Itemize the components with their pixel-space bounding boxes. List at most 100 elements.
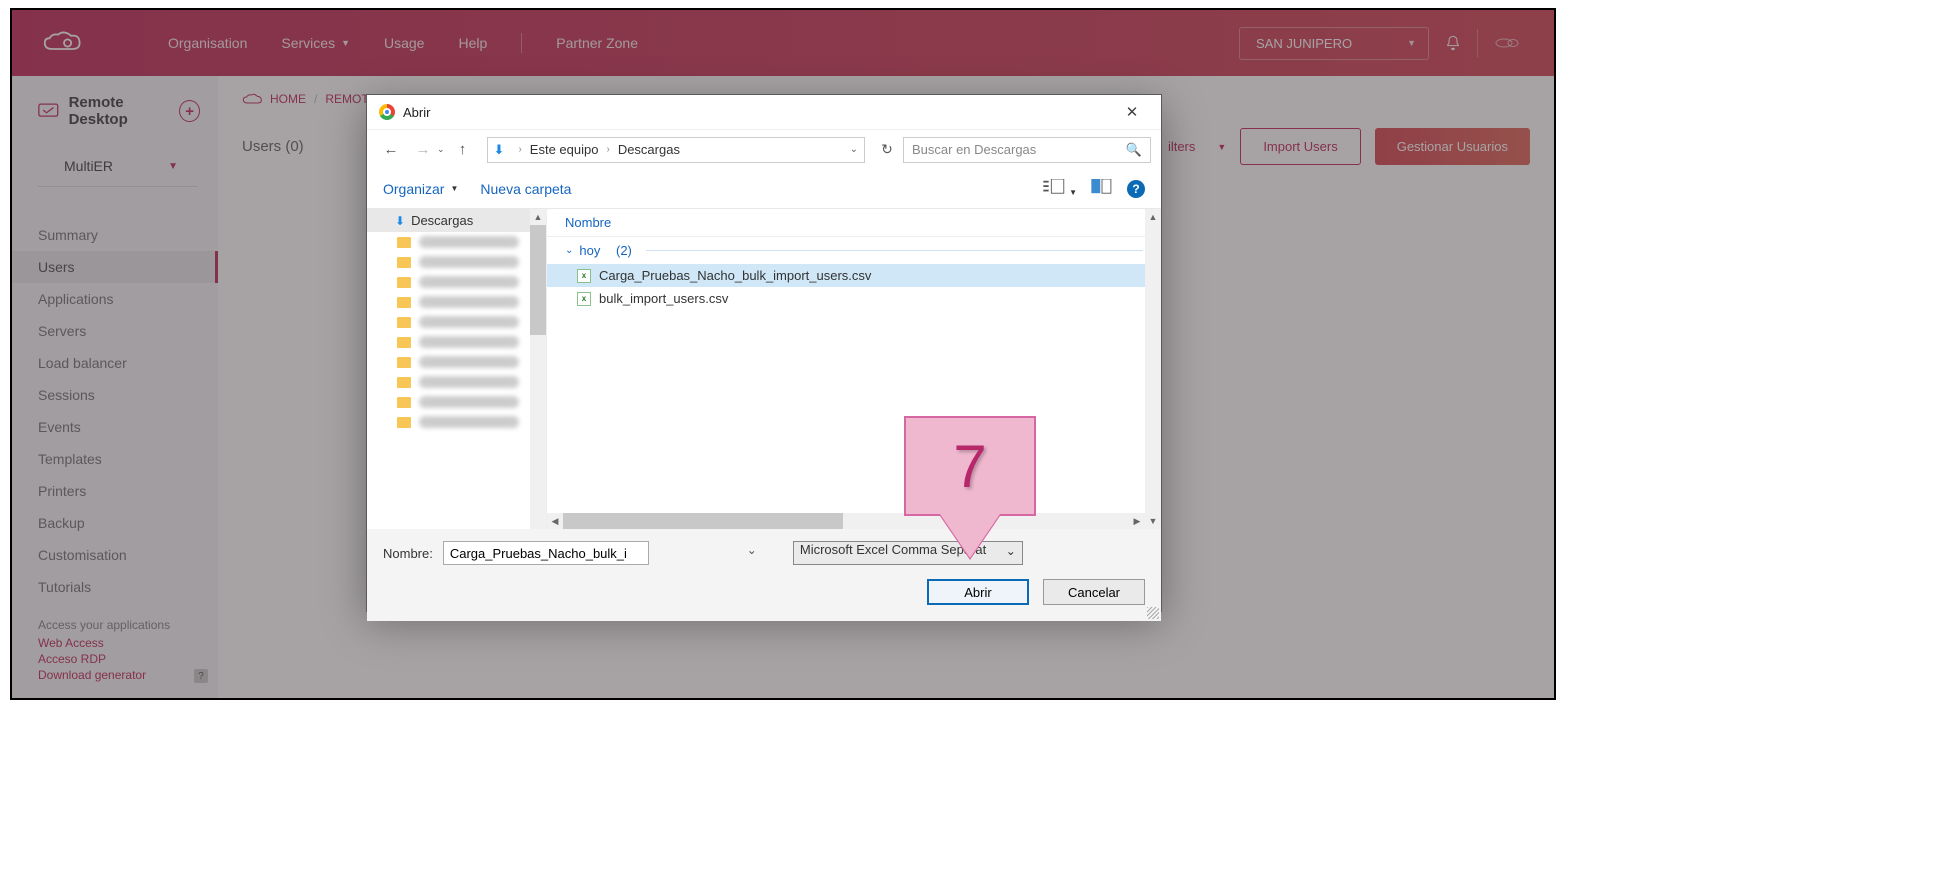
- up-button[interactable]: ↑: [449, 136, 477, 164]
- tree-item-blurred[interactable]: [367, 372, 546, 392]
- file-type-selector[interactable]: Microsoft Excel Comma Separat: [793, 541, 1023, 565]
- file-row[interactable]: xCarga_Pruebas_Nacho_bulk_import_users.c…: [547, 264, 1161, 287]
- tree-item-blurred[interactable]: [367, 312, 546, 332]
- search-icon: 🔍: [1126, 142, 1142, 158]
- sidebar-item-customisation[interactable]: Customisation: [12, 539, 218, 571]
- sidebar-item-events[interactable]: Events: [12, 411, 218, 443]
- dialog-nav-row: ← → ⌄ ↑ ⬇ › Este equipo › Descargas ⌄ ↻ …: [367, 129, 1161, 169]
- file-scrollbar-horizontal[interactable]: ◀▶: [547, 513, 1145, 529]
- tree-item-blurred[interactable]: [367, 412, 546, 432]
- folder-icon: [397, 357, 411, 368]
- filters-link[interactable]: ilters: [1168, 139, 1195, 154]
- chevron-down-icon: ▼: [168, 161, 178, 172]
- sidebar-item-tutorials[interactable]: Tutorials: [12, 571, 218, 603]
- sidebar-item-applications[interactable]: Applications: [12, 283, 218, 315]
- folder-icon: [397, 297, 411, 308]
- dialog-footer: Nombre: Microsoft Excel Comma Separat Ab…: [367, 529, 1161, 621]
- add-button[interactable]: +: [179, 100, 200, 122]
- nav-help[interactable]: Help: [458, 35, 487, 51]
- tree-item-blurred[interactable]: [367, 392, 546, 412]
- chevron-down-icon: ⌄: [565, 245, 573, 256]
- sidebar-item-sessions[interactable]: Sessions: [12, 379, 218, 411]
- tree-scrollbar[interactable]: ▲: [530, 209, 546, 529]
- dialog-title: Abrir: [403, 105, 430, 120]
- preview-pane-button[interactable]: [1091, 179, 1113, 198]
- column-header-name[interactable]: Nombre: [547, 209, 1161, 237]
- tree-item-blurred[interactable]: [367, 332, 546, 352]
- organize-menu[interactable]: Organizar▼: [383, 181, 458, 197]
- excel-icon: x: [577, 292, 591, 306]
- file-scrollbar-vertical[interactable]: ▲▼: [1145, 209, 1161, 529]
- back-button[interactable]: ←: [377, 136, 405, 164]
- nav-organisation[interactable]: Organisation: [168, 35, 247, 51]
- tree-item-blurred[interactable]: [367, 352, 546, 372]
- nav-usage[interactable]: Usage: [384, 35, 424, 51]
- breadcrumb-home[interactable]: HOME: [270, 92, 306, 106]
- sidebar-item-servers[interactable]: Servers: [12, 315, 218, 347]
- sidebar-nav: SummaryUsersApplicationsServersLoad bala…: [12, 219, 218, 603]
- search-input[interactable]: Buscar en Descargas 🔍: [903, 137, 1151, 163]
- top-header: Organisation Services▼ Usage Help Partne…: [12, 10, 1554, 76]
- folder-icon: [397, 397, 411, 408]
- users-count-label: Users (0): [242, 138, 304, 155]
- nav-separator: [521, 33, 522, 53]
- excel-icon: x: [577, 269, 591, 283]
- folder-icon: [397, 317, 411, 328]
- forward-button[interactable]: →: [409, 136, 437, 164]
- app-logo: [40, 28, 88, 58]
- download-icon: ⬇: [494, 142, 505, 158]
- address-bar[interactable]: ⬇ › Este equipo › Descargas ⌄: [487, 137, 865, 163]
- refresh-button[interactable]: ↻: [875, 138, 899, 162]
- sidebar-item-templates[interactable]: Templates: [12, 443, 218, 475]
- sidebar-item-summary[interactable]: Summary: [12, 219, 218, 251]
- sidebar-filter[interactable]: MultiER ▼: [38, 158, 198, 187]
- tree-item-blurred[interactable]: [367, 232, 546, 252]
- help-icon[interactable]: ?: [1127, 180, 1145, 198]
- tree-item-blurred[interactable]: [367, 272, 546, 292]
- history-dropdown[interactable]: ⌄: [437, 144, 445, 155]
- resize-grip[interactable]: [1147, 607, 1159, 619]
- help-icon[interactable]: ?: [194, 669, 208, 683]
- filename-input[interactable]: [443, 541, 649, 565]
- sidebar-item-backup[interactable]: Backup: [12, 507, 218, 539]
- view-mode-button[interactable]: ▼: [1043, 179, 1077, 198]
- notifications-icon[interactable]: [1445, 35, 1461, 51]
- import-users-button[interactable]: Import Users: [1240, 128, 1360, 165]
- new-folder-button[interactable]: Nueva carpeta: [480, 181, 571, 197]
- file-list: Nombre ⌄ hoy (2) xCarga_Pruebas_Nacho_bu…: [547, 209, 1161, 529]
- tree-item-descargas[interactable]: ⬇ Descargas: [367, 209, 546, 232]
- filename-label: Nombre:: [383, 546, 433, 561]
- sidebar-heading: Remote Desktop +: [12, 94, 218, 128]
- tree-item-blurred[interactable]: [367, 292, 546, 312]
- tree-item-blurred[interactable]: [367, 252, 546, 272]
- header-separator: [1477, 29, 1478, 57]
- file-open-dialog: Abrir ✕ ← → ⌄ ↑ ⬇ › Este equipo › Descar…: [366, 94, 1162, 612]
- manage-users-button[interactable]: Gestionar Usuarios: [1375, 128, 1530, 165]
- sidebar-footer-heading: Access your applications: [38, 618, 208, 632]
- sidebar-item-printers[interactable]: Printers: [12, 475, 218, 507]
- main-nav: Organisation Services▼ Usage Help Partne…: [168, 33, 638, 53]
- sidebar-item-load-balancer[interactable]: Load balancer: [12, 347, 218, 379]
- sidebar-item-users[interactable]: Users: [12, 251, 218, 283]
- chevron-down-icon: ▼: [341, 38, 350, 48]
- sidebar-footer: Access your applications Web Access Acce…: [38, 618, 208, 684]
- cancel-button[interactable]: Cancelar: [1043, 579, 1145, 605]
- chrome-icon: [379, 104, 395, 120]
- link-acceso-rdp[interactable]: Acceso RDP: [38, 652, 208, 666]
- dialog-toolbar: Organizar▼ Nueva carpeta ▼ ?: [367, 169, 1161, 209]
- dialog-titlebar: Abrir ✕: [367, 95, 1161, 129]
- nav-partner-zone[interactable]: Partner Zone: [556, 35, 638, 51]
- link-web-access[interactable]: Web Access: [38, 636, 208, 650]
- organisation-selector[interactable]: SAN JUNIPERO: [1239, 27, 1429, 60]
- folder-icon: [397, 417, 411, 428]
- folder-icon: [397, 337, 411, 348]
- folder-tree[interactable]: ⬇ Descargas ▲: [367, 209, 547, 529]
- open-button[interactable]: Abrir: [927, 579, 1029, 605]
- file-row[interactable]: xbulk_import_users.csv: [547, 287, 1161, 310]
- sidebar: Remote Desktop + MultiER ▼ SummaryUsersA…: [12, 76, 218, 698]
- close-button[interactable]: ✕: [1115, 99, 1149, 125]
- link-download-generator[interactable]: Download generator: [38, 668, 146, 682]
- brand-mini-logo: [1494, 36, 1524, 50]
- group-today[interactable]: ⌄ hoy (2): [547, 237, 1161, 264]
- nav-services[interactable]: Services▼: [281, 35, 350, 51]
